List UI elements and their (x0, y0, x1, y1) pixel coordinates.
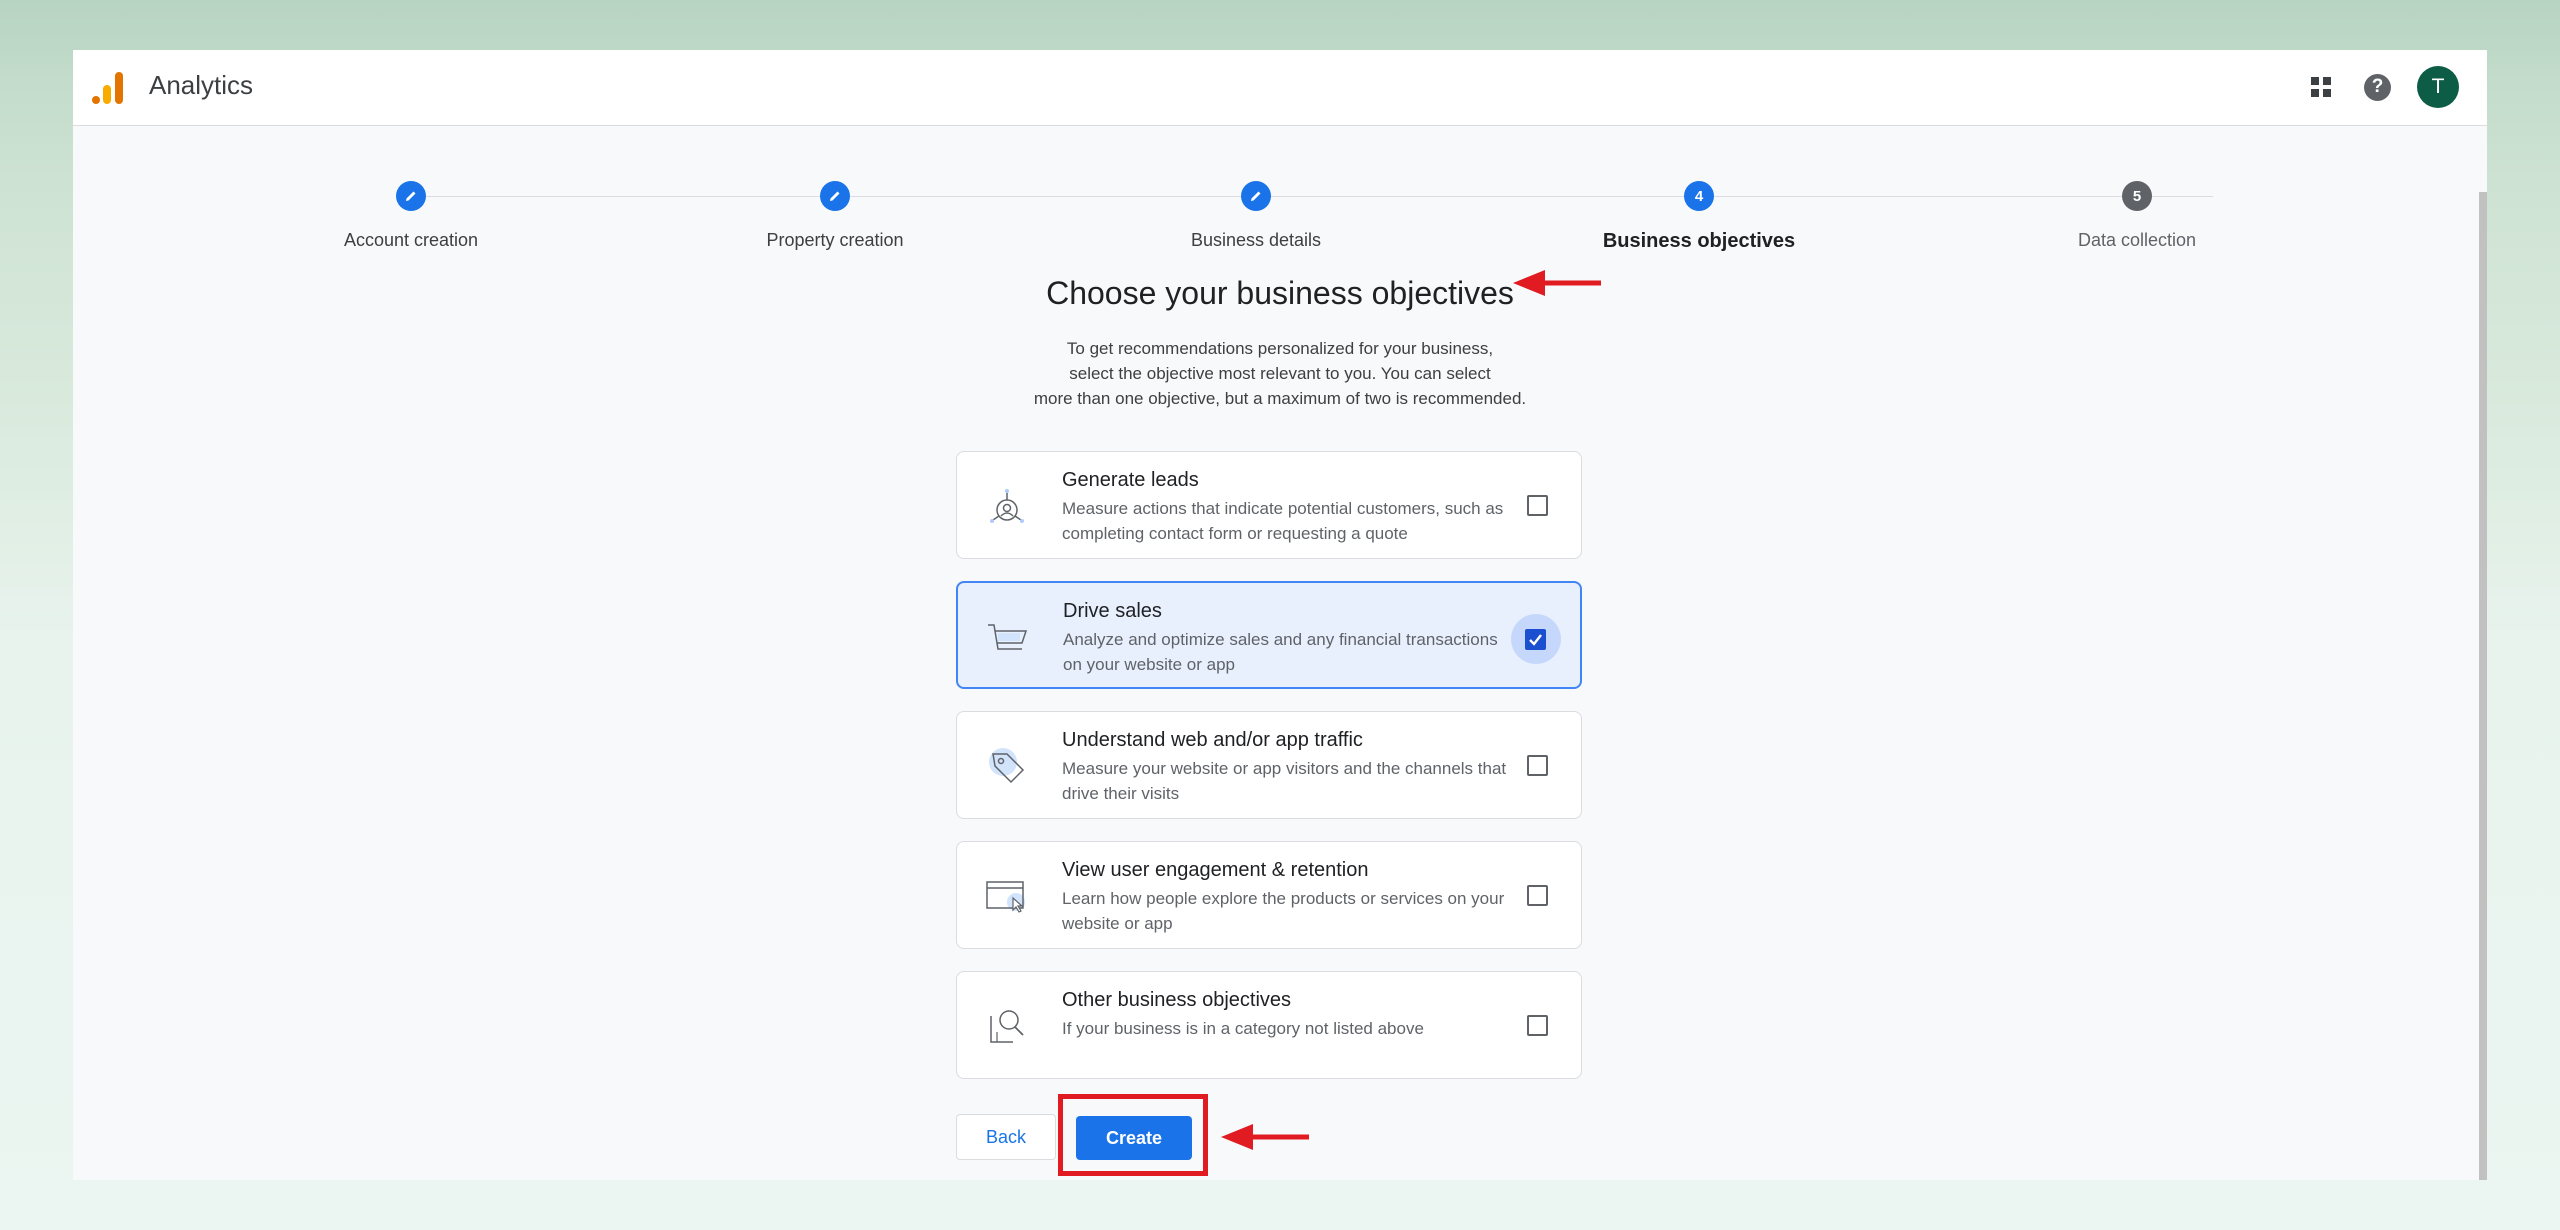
tag-icon (989, 748, 1025, 784)
step-account-creation[interactable]: Account creation (261, 181, 561, 251)
browser-cursor-icon (986, 881, 1025, 913)
objective-card-generate-leads[interactable]: Generate leads Measure actions that indi… (956, 451, 1582, 559)
top-app-bar: Analytics ? T (73, 50, 2487, 126)
description-line: more than one objective, but a maximum o… (1033, 389, 1527, 408)
step-label: Business details (1190, 230, 1322, 250)
step-data-collection: 5 Data collection (1987, 181, 2287, 251)
objective-card-traffic[interactable]: Understand web and/or app traffic Measur… (956, 711, 1582, 819)
checkmark-icon (1529, 634, 1542, 646)
description-line: To get recommendations personalized for … (1066, 339, 1494, 358)
step-label: Property creation (766, 230, 904, 250)
objective-checkbox[interactable] (1527, 755, 1548, 776)
objective-checkbox[interactable] (1527, 1015, 1548, 1036)
objective-checkbox-checked[interactable] (1525, 629, 1546, 650)
page-title: Choose your business objectives (1046, 275, 1514, 311)
step-label: Data collection (2077, 230, 2197, 250)
step-label: Business objectives (1602, 230, 1796, 252)
objective-description: Analyze and optimize sales and any finan… (1063, 630, 1498, 674)
description-line: select the objective most relevant to yo… (1069, 364, 1491, 383)
objective-title: Other business objectives (1062, 989, 1292, 1011)
scrollbar[interactable] (2479, 192, 2487, 1180)
objective-description: Measure actions that indicate potential … (1062, 499, 1504, 543)
edit-pencil-icon (396, 181, 426, 211)
avatar[interactable]: T (2417, 66, 2459, 108)
annotation-arrow-icon (1221, 1124, 1309, 1150)
objective-checkbox[interactable] (1527, 885, 1548, 906)
step-number-badge: 4 (1684, 181, 1714, 211)
magnifier-document-icon (990, 1010, 1024, 1043)
objective-title: View user engagement & retention (1062, 859, 1369, 881)
objective-card-drive-sales[interactable]: Drive sales Analyze and optimize sales a… (956, 581, 1582, 689)
step-business-details[interactable]: Business details (1106, 181, 1406, 251)
analytics-logo-icon (92, 72, 123, 104)
objective-description: Measure your website or app visitors and… (1062, 759, 1507, 803)
step-property-creation[interactable]: Property creation (685, 181, 985, 251)
page-description: To get recommendations personalized for … (980, 336, 1580, 411)
step-number-badge: 5 (2122, 181, 2152, 211)
back-button[interactable]: Back (956, 1114, 1056, 1160)
objective-card-other[interactable]: Other business objectives If your busine… (956, 971, 1582, 1079)
setup-stepper: Account creation Property creation Busin… (73, 126, 2487, 266)
objective-card-engagement[interactable]: View user engagement & retention Learn h… (956, 841, 1582, 949)
step-label: Account creation (343, 230, 479, 250)
annotation-arrow-icon (1513, 270, 1601, 296)
objective-description: If your business is in a category not li… (1062, 1019, 1424, 1038)
help-icon[interactable]: ? (2364, 73, 2391, 101)
objective-title: Generate leads (1062, 469, 1199, 491)
analytics-window: Analytics ? T Account creation Property … (73, 50, 2487, 1180)
edit-pencil-icon (820, 181, 850, 211)
objective-checkbox[interactable] (1527, 495, 1548, 516)
edit-pencil-icon (1241, 181, 1271, 211)
step-business-objectives: 4 Business objectives (1549, 181, 1849, 253)
shopping-cart-icon (988, 624, 1028, 650)
app-title: Analytics (149, 70, 254, 100)
objective-description: Learn how people explore the products or… (1062, 889, 1505, 933)
leads-target-icon (990, 489, 1024, 523)
objective-title: Understand web and/or app traffic (1062, 729, 1363, 751)
objective-title: Drive sales (1063, 600, 1162, 622)
annotation-highlight-box (1058, 1094, 1208, 1176)
apps-grid-icon[interactable] (2304, 70, 2338, 104)
